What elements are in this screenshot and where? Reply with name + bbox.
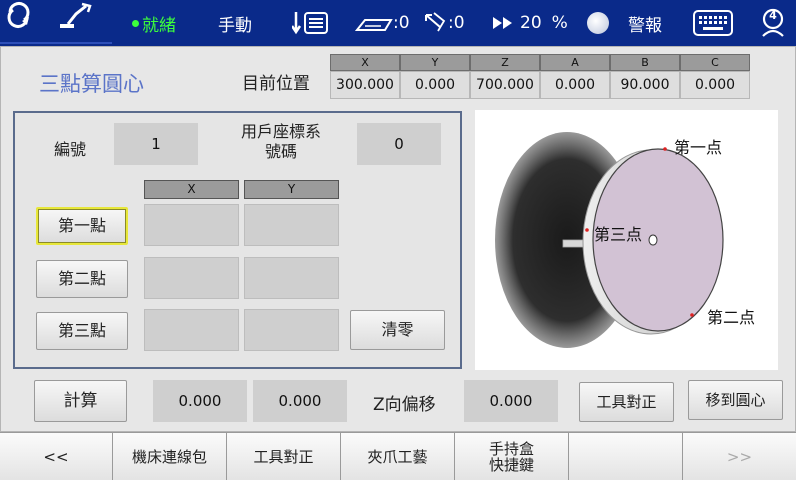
position-value-y: 0.000 (400, 71, 470, 99)
main-panel: 三點算圓心 目前位置 X Y Z A B C 300.000 0.000 700… (0, 46, 796, 432)
nav-pendant-shortcut-button[interactable]: 手持盒 快捷鍵 (455, 433, 569, 480)
tool-coordinate-indicator[interactable]: :0 (355, 0, 410, 46)
ready-dot-icon (132, 19, 139, 27)
nav-empty-button[interactable] (569, 433, 683, 480)
mode-indicator[interactable]: 手動 (218, 0, 252, 46)
position-value-c: 0.000 (680, 71, 750, 99)
tool-frame-icon (355, 19, 393, 31)
point2-x-cell[interactable] (144, 257, 239, 299)
user-level-button[interactable]: 4 (760, 0, 786, 46)
axis-header-c: C (680, 54, 750, 71)
point3-button[interactable]: 第三點 (36, 312, 128, 350)
user-level-number: 4 (769, 9, 777, 22)
logo-underline (0, 42, 112, 44)
three-point-input-group: 編號 1 用戶座標系 號碼 0 X Y 第一點 第二點 第三點 清零 (13, 111, 462, 369)
keyboard-button[interactable] (693, 0, 733, 46)
point2-marker (690, 313, 694, 317)
position-axis-headers: X Y Z A B C (330, 54, 750, 71)
clear-button[interactable]: 清零 (350, 310, 445, 350)
move-to-center-button[interactable]: 移到圓心 (688, 380, 783, 420)
fast-forward-icon (493, 17, 512, 29)
user-coordinate-label-line1: 用戶座標系 (240, 122, 321, 141)
number-field[interactable]: 1 (114, 123, 198, 165)
top-status-bar: 就緒 手動 :0 :0 20 % 警報 4 (0, 0, 796, 46)
nav-pendant-line2: 快捷鍵 (488, 456, 534, 474)
speed-unit: % (551, 13, 568, 33)
axis-header-x: X (330, 54, 400, 71)
tool-count: :0 (393, 13, 410, 33)
user-frame-count: :0 (448, 13, 465, 33)
user-frame-icon (425, 12, 446, 32)
position-value-b: 90.000 (610, 71, 680, 99)
robot-logo-icon (7, 2, 92, 28)
position-value-a: 0.000 (540, 71, 610, 99)
axis-header-z: Z (470, 54, 540, 71)
point1-button[interactable]: 第一點 (36, 207, 128, 245)
result-x-field: 0.000 (153, 380, 247, 422)
position-value-x: 300.000 (330, 71, 400, 99)
axis-header-b: B (610, 54, 680, 71)
z-offset-label: Z向偏移 (373, 395, 436, 415)
point2-button[interactable]: 第二點 (36, 260, 128, 298)
point3-y-cell[interactable] (244, 309, 339, 351)
number-label: 編號 (53, 140, 86, 159)
column-header-x: X (144, 180, 239, 199)
position-values: 300.000 0.000 700.000 0.000 90.000 0.000 (330, 71, 750, 99)
point1-marker (663, 147, 667, 151)
axis-header-y: Y (400, 54, 470, 71)
point2-y-cell[interactable] (244, 257, 339, 299)
alarm-button[interactable]: 警報 (628, 0, 662, 46)
user-coordinate-label: 用戶座標系 號碼 (221, 122, 341, 162)
mode-text: 手動 (218, 15, 252, 36)
speed-value: 20 (520, 13, 542, 33)
user-coordinate-label-line2: 號碼 (264, 142, 297, 161)
nav-gripper-process-button[interactable]: 夾爪工藝 (341, 433, 455, 480)
status-indicator: 就緒 (132, 0, 176, 46)
calculate-button[interactable]: 計算 (34, 380, 127, 422)
point3-x-cell[interactable] (144, 309, 239, 351)
point1-x-cell[interactable] (144, 204, 239, 246)
axis-header-a: A (540, 54, 610, 71)
point3-marker (585, 228, 589, 232)
user-badge: 4 (760, 8, 786, 38)
user-coordinate-field[interactable]: 0 (357, 123, 441, 165)
program-list-icon (292, 12, 328, 35)
keyboard-icon (693, 10, 733, 36)
speed-indicator[interactable]: 20 % (492, 0, 568, 46)
page-title: 三點算圓心 (39, 72, 144, 96)
column-header-y: Y (244, 180, 339, 199)
disc-center-hole (648, 234, 658, 246)
nav-pendant-line1: 手持盒 (488, 440, 534, 458)
logo (0, 0, 112, 46)
diagram-label-point2: 第二点 (707, 308, 756, 327)
tool-align-button[interactable]: 工具對正 (579, 382, 674, 422)
current-position-label: 目前位置 (242, 74, 310, 94)
alarm-text: 警報 (628, 15, 662, 36)
servo-status-indicator (587, 0, 609, 46)
bottom-navigation: << 機床連線包 工具對正 夾爪工藝 手持盒 快捷鍵 >> (0, 432, 796, 480)
nav-next-button[interactable]: >> (683, 433, 796, 480)
point1-y-cell[interactable] (244, 204, 339, 246)
user-coordinate-indicator[interactable]: :0 (422, 0, 465, 46)
program-list-button[interactable] (292, 0, 336, 46)
nav-tool-align-button[interactable]: 工具對正 (227, 433, 341, 480)
servo-lamp-icon (587, 12, 609, 34)
nav-prev-button[interactable]: << (0, 433, 113, 480)
status-text: 就緒 (142, 15, 176, 36)
three-point-diagram: 第一点 第二点 第三点 (475, 110, 778, 370)
result-y-field: 0.000 (253, 380, 347, 422)
diagram-label-point1: 第一点 (674, 138, 723, 157)
nav-machine-connection-button[interactable]: 機床連線包 (113, 433, 227, 480)
position-value-z: 700.000 (470, 71, 540, 99)
z-offset-field[interactable]: 0.000 (464, 380, 558, 422)
diagram-label-point3: 第三点 (594, 225, 643, 244)
current-position-table: X Y Z A B C 300.000 0.000 700.000 0.000 … (330, 54, 750, 99)
